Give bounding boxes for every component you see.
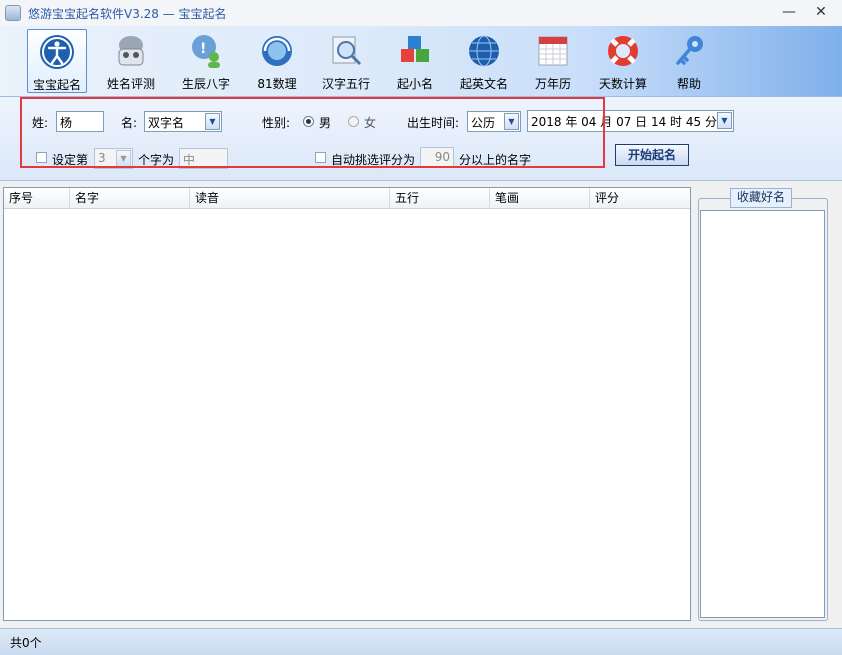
window-title: 悠游宝宝起名软件V3.28 — 宝宝起名 [28,7,227,21]
highlight-box [20,97,605,168]
column-header-wuxing[interactable]: 五行 [390,188,490,208]
tool-baby-naming[interactable]: 宝宝起名 [27,29,87,93]
table-header: 序号 名字 读音 五行 笔画 评分 [4,188,690,209]
status-bar: 共0个 [0,628,842,655]
tool-label: 宝宝起名 [32,78,81,92]
start-naming-button[interactable]: 开始起名 [615,144,689,166]
tool-calendar[interactable]: 万年历 [524,29,582,93]
column-header-score[interactable]: 评分 [590,188,690,208]
people-group-icon [118,36,144,66]
chat-person-icon: ! [192,35,220,68]
tool-name-evaluation[interactable]: 姓名评测 [101,29,161,93]
tool-label: 天数计算 [598,77,647,91]
tool-label: 帮助 [676,77,701,91]
refresh-globe-icon [262,36,292,66]
calendar-icon [538,36,568,66]
app-logo-icon [5,5,21,21]
title-bar: 悠游宝宝起名软件V3.28 — 宝宝起名 — ✕ [0,0,842,27]
favorites-title: 收藏好名 [730,188,793,208]
name-result-table[interactable]: 序号 名字 读音 五行 笔画 评分 [3,187,691,621]
tool-label: 81数理 [257,77,297,91]
tool-label: 汉字五行 [321,77,370,91]
tool-label: 起英文名 [459,77,508,91]
globe-icon [469,35,499,67]
magnifier-document-icon [332,36,362,66]
svg-text:!: ! [200,41,206,57]
key-icon [676,36,703,65]
tool-days-calculation[interactable]: 天数计算 [592,29,654,93]
tool-english-name[interactable]: 起英文名 [454,29,514,93]
lifebuoy-icon [608,36,638,66]
main-toolbar: 宝宝起名 姓名评测 ! 生辰八字 81数理 汉字五行 起小名 起英文名 万年历 … [0,26,842,97]
column-header-strokes[interactable]: 笔画 [490,188,590,208]
column-header-name[interactable]: 名字 [70,188,190,208]
tool-label: 生辰八字 [181,77,230,91]
tool-label: 万年历 [534,77,571,91]
accessibility-person-icon [40,35,74,69]
color-cubes-icon [401,36,429,62]
favorites-list[interactable] [700,210,825,618]
tool-nickname[interactable]: 起小名 [385,29,445,93]
chevron-down-icon[interactable]: ▼ [717,112,732,129]
result-count-text: 共0个 [10,636,42,650]
minimize-button[interactable]: — [776,3,802,21]
tool-help[interactable]: 帮助 [663,29,715,93]
tool-hanzi-wuxing[interactable]: 汉字五行 [316,29,376,93]
tool-label: 姓名评测 [106,77,155,91]
column-header-pronunciation[interactable]: 读音 [190,188,390,208]
tool-81-numerology[interactable]: 81数理 [247,29,307,93]
column-header-index[interactable]: 序号 [4,188,70,208]
tool-birth-bazi[interactable]: ! 生辰八字 [176,29,236,93]
tool-label: 起小名 [396,77,433,91]
close-button[interactable]: ✕ [808,3,834,21]
